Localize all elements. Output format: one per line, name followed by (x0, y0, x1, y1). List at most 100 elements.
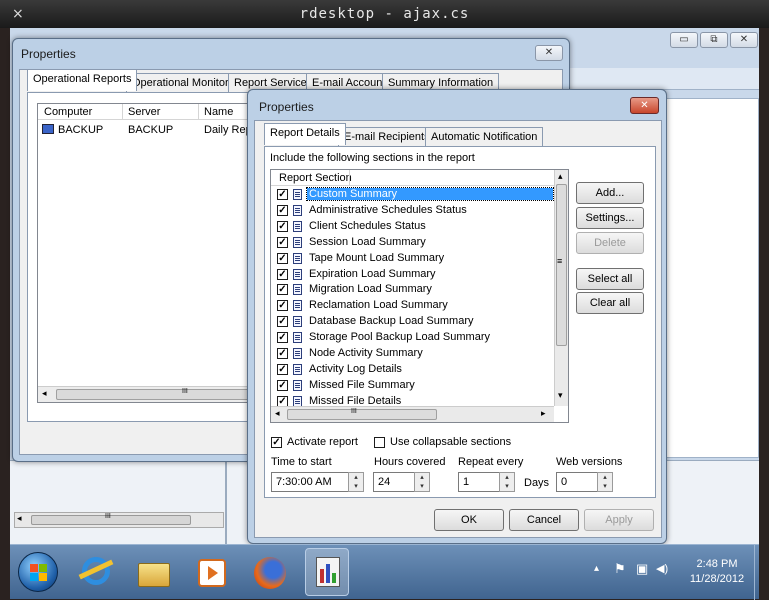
column-name[interactable]: Name (204, 106, 233, 118)
rdesktop-close-icon[interactable]: × (12, 0, 24, 28)
column-computer[interactable]: Computer (44, 106, 92, 118)
list-item[interactable]: ✓ Missed File Summary (271, 378, 554, 393)
app-minimize-button[interactable]: ▭ (670, 32, 698, 48)
checkbox-box[interactable]: ✓ (271, 437, 282, 448)
show-desktop-button[interactable] (754, 545, 759, 600)
section-checkbox[interactable]: ✓ (277, 300, 288, 312)
delete-button[interactable]: Delete (576, 232, 644, 254)
spin-up-icon[interactable]: ▴ (505, 474, 509, 481)
close-button[interactable]: ✕ (535, 45, 563, 61)
list-vscrollbar[interactable]: ▴ ≡ ▾ (554, 170, 568, 406)
list-item[interactable]: ✓ Storage Pool Backup Load Summary (271, 330, 554, 345)
cancel-button[interactable]: Cancel (509, 509, 579, 531)
scroll-right-icon[interactable]: ▸ (541, 408, 546, 419)
apply-button[interactable]: Apply (584, 509, 654, 531)
activate-report-checkbox[interactable]: ✓ Activate report (271, 436, 381, 450)
repeat-every-field[interactable]: 1 (458, 472, 502, 492)
close-button[interactable]: ✕ (630, 97, 659, 114)
scroll-left-icon[interactable]: ◂ (17, 513, 22, 524)
list-item[interactable]: ✓ Administrative Schedules Status (271, 203, 554, 218)
web-versions-field[interactable]: 0 (556, 472, 600, 492)
section-checkbox[interactable]: ✓ (277, 220, 288, 232)
list-item[interactable]: ✓ Expiration Load Summary (271, 267, 554, 282)
add-button[interactable]: Add... (576, 182, 644, 204)
list-item[interactable]: ✓ Session Load Summary (271, 235, 554, 250)
list-item[interactable]: ✓ Activity Log Details (271, 362, 554, 377)
section-checkbox[interactable]: ✓ (277, 379, 288, 391)
spin-up-icon[interactable]: ▴ (420, 474, 424, 481)
tab-operational-monitors[interactable]: Operational Monitors (126, 73, 241, 93)
list-item[interactable]: ✓ Tape Mount Load Summary (271, 251, 554, 266)
clear-all-button[interactable]: Clear all (576, 292, 644, 314)
tab-email-recipients[interactable]: E-mail Recipients (338, 127, 436, 147)
repeat-every-stepper[interactable]: ▴ ▾ (499, 472, 515, 492)
list-hscrollbar[interactable]: ◂ III ▸ (271, 406, 554, 422)
scroll-left-icon[interactable]: ◂ (42, 388, 47, 399)
app-maximize-button[interactable]: ⧉ (700, 32, 728, 48)
list-item[interactable]: ✓ Migration Load Summary (271, 282, 554, 297)
show-hidden-icons-icon[interactable]: ▴ (594, 563, 599, 574)
list-item[interactable]: ✓ Reclamation Load Summary (271, 298, 554, 313)
scroll-thumb[interactable] (287, 409, 437, 420)
check-mark-icon: ✓ (278, 332, 287, 344)
scroll-left-icon[interactable]: ◂ (275, 408, 280, 419)
spin-up-icon[interactable]: ▴ (603, 474, 607, 481)
table-row[interactable]: BACKUP BACKUP Daily Rep (38, 123, 266, 139)
report-section-list[interactable]: Report Section ✓ Custom Summary ✓ Administr… (270, 169, 569, 423)
clock[interactable]: 2:48 PM 11/28/2012 (682, 557, 752, 587)
section-checkbox[interactable]: ✓ (277, 268, 288, 280)
collapsable-sections-checkbox[interactable]: Use collapsable sections (374, 436, 514, 450)
media-player-icon[interactable] (192, 553, 232, 593)
list-hscrollbar[interactable]: ◂ III (38, 386, 266, 402)
hours-covered-field[interactable]: 24 (373, 472, 417, 492)
section-checkbox[interactable]: ✓ (277, 363, 288, 375)
section-checkbox[interactable]: ✓ (277, 252, 288, 264)
tab-operational-reports[interactable]: Operational Reports (27, 69, 138, 91)
network-icon[interactable]: ▣ (636, 561, 648, 577)
app-hscrollbar[interactable]: ◂ III (14, 512, 224, 528)
section-checkbox[interactable]: ✓ (277, 189, 288, 200)
column-server[interactable]: Server (128, 106, 160, 118)
ok-button[interactable]: OK (434, 509, 504, 531)
spin-down-icon[interactable]: ▾ (420, 483, 424, 490)
section-checkbox[interactable]: ✓ (277, 204, 288, 216)
firefox-icon[interactable] (250, 553, 290, 593)
section-checkbox[interactable]: ✓ (277, 316, 288, 328)
section-checkbox[interactable]: ✓ (277, 284, 288, 296)
check-mark-icon: ✓ (278, 300, 287, 312)
tab-automatic-notification[interactable]: Automatic Notification (425, 127, 544, 147)
app-close-button[interactable]: ✕ (730, 32, 758, 48)
column-report-section[interactable]: Report Section (279, 172, 352, 184)
spin-up-icon[interactable]: ▴ (354, 474, 358, 481)
volume-icon[interactable]: ◀) (656, 562, 668, 575)
file-explorer-icon[interactable] (134, 553, 174, 593)
report-list[interactable]: Computer Server Name BACKUP BACKUP Daily… (37, 103, 267, 403)
list-item[interactable]: ✓ Client Schedules Status (271, 219, 554, 234)
web-versions-stepper[interactable]: ▴ ▾ (597, 472, 613, 492)
spin-down-icon[interactable]: ▾ (603, 483, 607, 490)
list-item[interactable]: ✓ Node Activity Summary (271, 346, 554, 361)
scroll-up-icon[interactable]: ▴ (558, 171, 563, 182)
section-checkbox[interactable]: ✓ (277, 236, 288, 248)
time-to-start-stepper[interactable]: ▴ ▾ (348, 472, 364, 492)
section-checkbox[interactable]: ✓ (277, 348, 288, 359)
repeat-every-label: Repeat every (458, 456, 524, 468)
tab-report-details[interactable]: Report Details (264, 123, 346, 145)
settings-button[interactable]: Settings... (576, 207, 644, 229)
action-center-flag-icon[interactable]: ⚑ (614, 561, 626, 577)
list-item[interactable]: ✓ Database Backup Load Summary (271, 314, 554, 329)
internet-explorer-icon[interactable] (76, 553, 116, 593)
time-to-start-field[interactable]: 7:30:00 AM (271, 472, 353, 492)
section-checkbox[interactable]: ✓ (277, 332, 288, 344)
time-to-start-label: Time to start (271, 456, 332, 468)
list-item[interactable]: ✓ Custom Summary (271, 187, 554, 202)
active-app-icon[interactable] (305, 548, 349, 596)
select-all-button[interactable]: Select all (576, 268, 644, 290)
start-button[interactable] (18, 552, 58, 592)
spin-down-icon[interactable]: ▾ (505, 483, 509, 490)
checkbox-box[interactable] (374, 437, 385, 448)
scroll-down-icon[interactable]: ▾ (558, 390, 563, 401)
spin-down-icon[interactable]: ▾ (354, 483, 358, 490)
hours-covered-stepper[interactable]: ▴ ▾ (414, 472, 430, 492)
scroll-grip: III (105, 513, 111, 520)
